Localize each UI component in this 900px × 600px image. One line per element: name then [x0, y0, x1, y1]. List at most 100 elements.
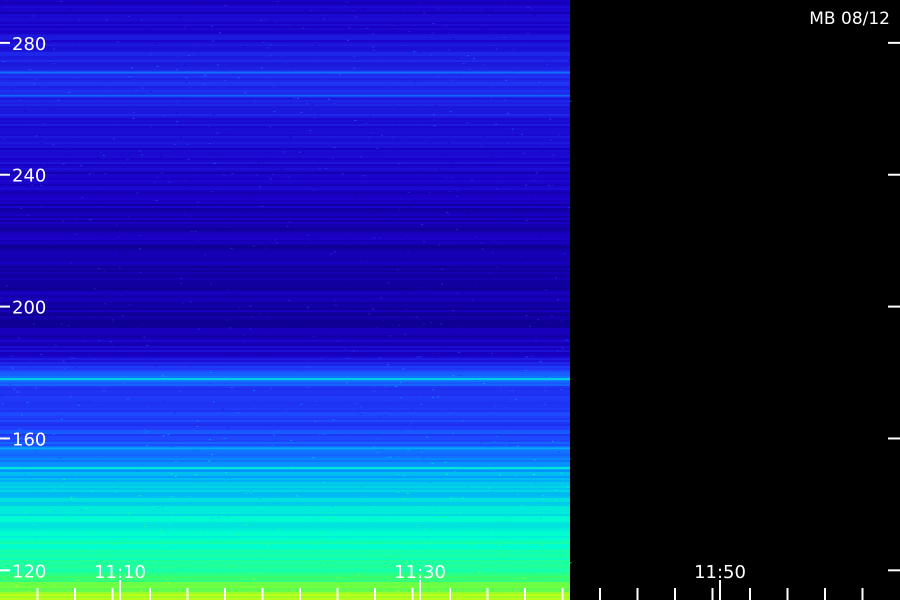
heatmap-speckle [69, 531, 72, 533]
heatmap-speckle [175, 69, 178, 71]
heatmap-speckle [35, 541, 38, 543]
heatmap-speckle [396, 452, 398, 454]
heatmap-speckle [539, 517, 542, 519]
heatmap-row [0, 34, 570, 36]
heatmap-row [0, 294, 570, 296]
heatmap-row [0, 566, 570, 568]
heatmap-speckle [103, 303, 106, 305]
heatmap-speckle [155, 585, 158, 587]
heatmap-speckle [493, 569, 496, 571]
heatmap-speckle [372, 49, 375, 51]
heatmap-row [0, 396, 570, 398]
heatmap-speckle [264, 19, 267, 21]
heatmap-speckle [11, 254, 14, 256]
heatmap-speckle [220, 541, 223, 543]
heatmap-speckle [250, 270, 253, 272]
heatmap-speckle [444, 25, 447, 27]
heatmap-speckle [162, 569, 165, 571]
heatmap-speckle [376, 326, 379, 328]
heatmap-speckle [179, 16, 182, 18]
heatmap-speckle [309, 10, 312, 12]
heatmap-speckle [155, 366, 158, 367]
heatmap-row [0, 328, 570, 330]
heatmap-speckle [312, 457, 315, 459]
heatmap-speckle [54, 584, 57, 586]
heatmap-speckle [19, 517, 22, 519]
heatmap-speckle [286, 225, 289, 227]
heatmap-speckle [522, 578, 525, 579]
heatmap-speckle [227, 515, 230, 517]
heatmap-row [0, 584, 570, 586]
heatmap-speckle [216, 64, 219, 66]
heatmap-speckle [341, 526, 344, 528]
heatmap-speckle [308, 511, 311, 513]
heatmap-speckle [564, 509, 567, 511]
heatmap-speckle [60, 278, 63, 280]
heatmap-row [0, 368, 570, 370]
heatmap-speckle [60, 418, 63, 420]
heatmap-speckle [25, 518, 28, 520]
heatmap-speckle [81, 341, 84, 343]
heatmap-speckle [495, 547, 498, 548]
heatmap-speckle [392, 411, 395, 413]
heatmap-speckle [50, 315, 53, 316]
heatmap-row [0, 184, 570, 186]
heatmap-speckle [79, 432, 82, 434]
heatmap-speckle [542, 144, 545, 146]
heatmap-speckle [269, 126, 272, 128]
heatmap-row [0, 42, 570, 44]
heatmap-speckle [53, 488, 56, 490]
heatmap-row [0, 432, 570, 434]
heatmap-speckle [403, 135, 406, 137]
heatmap-speckle [211, 191, 214, 192]
heatmap-speckle [83, 340, 86, 342]
heatmap-row [0, 66, 570, 68]
heatmap-speckle [560, 388, 563, 390]
heatmap-speckle [280, 23, 283, 25]
heatmap-speckle [224, 64, 227, 66]
heatmap-speckle [54, 344, 57, 346]
heatmap-speckle [337, 249, 340, 250]
heatmap-row [0, 572, 570, 574]
heatmap-row [0, 128, 570, 130]
heatmap-speckle [334, 335, 337, 337]
heatmap-speckle [176, 121, 179, 123]
heatmap-speckle [544, 289, 547, 291]
heatmap-row [0, 420, 570, 422]
heatmap-speckle [217, 573, 220, 575]
heatmap-speckle [43, 528, 46, 530]
heatmap-speckle [334, 299, 337, 301]
heatmap-speckle [167, 582, 170, 584]
heatmap-speckle [542, 209, 545, 211]
heatmap-row [0, 554, 570, 556]
heatmap-speckle [113, 544, 116, 546]
heatmap-speckle [167, 554, 170, 556]
heatmap-speckle [379, 237, 382, 238]
heatmap-speckle [146, 406, 149, 407]
heatmap-speckle [235, 516, 238, 518]
heatmap-speckle [106, 559, 109, 561]
heatmap-speckle [273, 111, 276, 113]
heatmap-row [0, 376, 570, 378]
heatmap-speckle [111, 345, 114, 347]
heatmap-row [0, 562, 570, 564]
heatmap-speckle [214, 162, 216, 164]
heatmap-speckle [27, 591, 30, 593]
heatmap-speckle [217, 517, 220, 519]
heatmap-speckle [24, 110, 27, 112]
heatmap-speckle [490, 10, 493, 12]
heatmap-speckle [214, 152, 217, 154]
heatmap-speckle [535, 337, 537, 339]
heatmap-speckle [417, 526, 420, 527]
heatmap-speckle [494, 536, 497, 538]
heatmap-speckle [9, 465, 12, 467]
heatmap-speckle [431, 463, 434, 464]
heatmap-speckle [90, 490, 93, 492]
heatmap-row [0, 318, 570, 320]
heatmap-speckle [40, 205, 43, 207]
heatmap-speckle [359, 156, 362, 158]
heatmap-speckle [118, 480, 121, 482]
heatmap-speckle [398, 508, 401, 510]
heatmap-speckle [314, 555, 317, 556]
heatmap-speckle [216, 521, 219, 522]
